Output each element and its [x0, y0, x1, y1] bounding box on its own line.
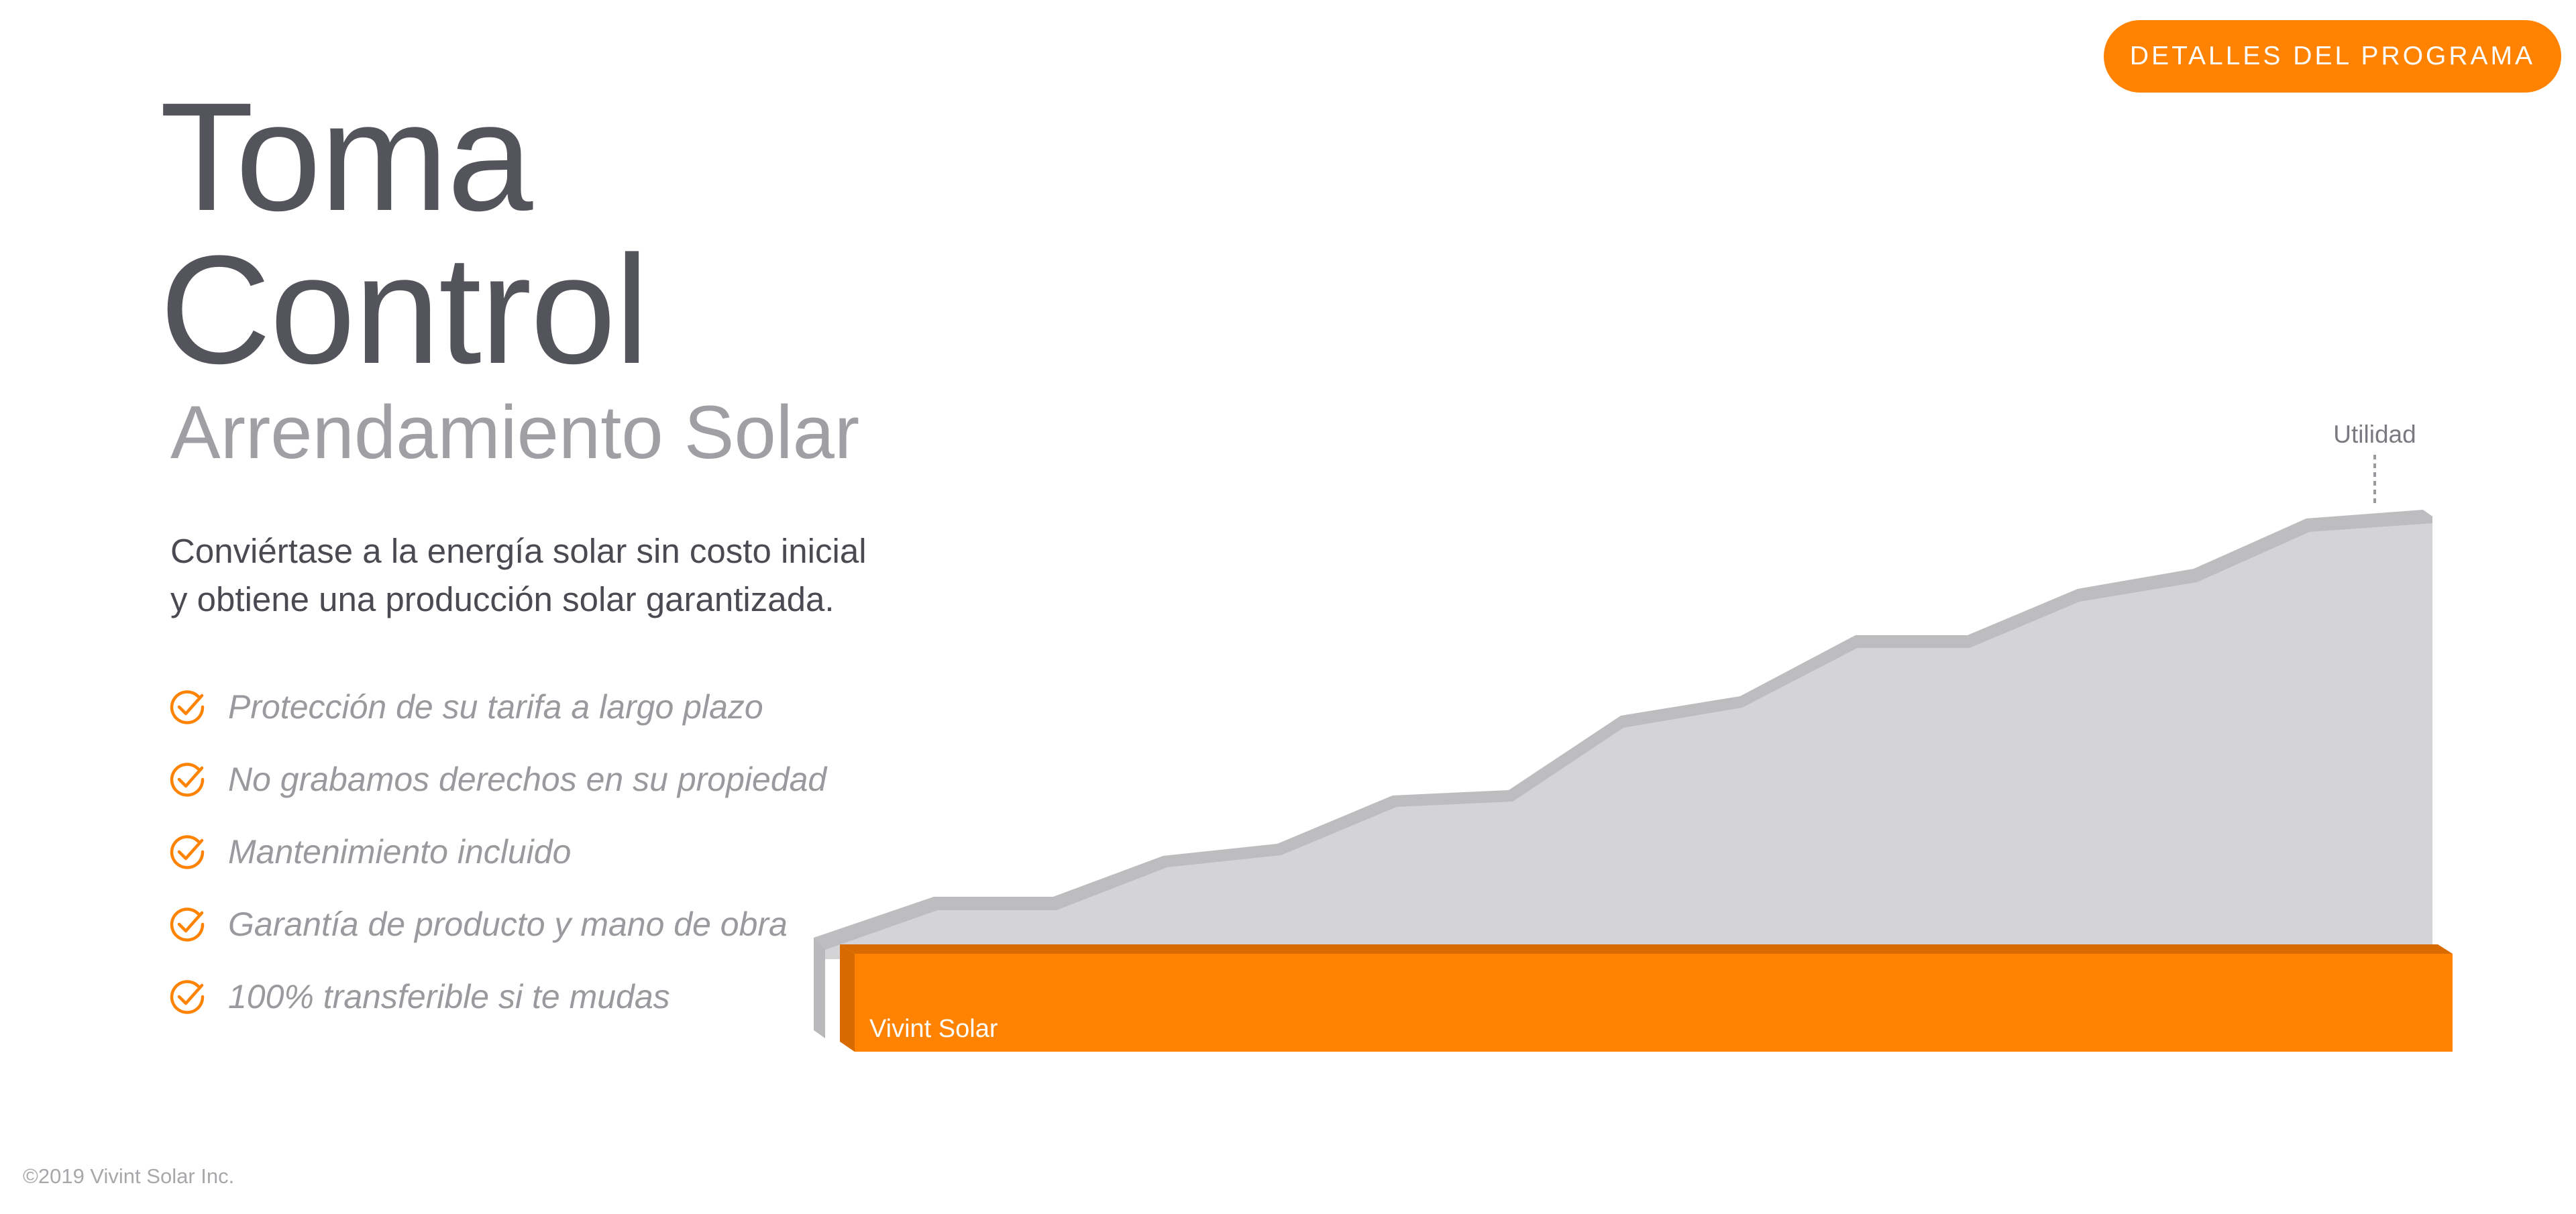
- check-circle-icon: [170, 980, 205, 1014]
- benefit-label: No grabamos derechos en su propiedad: [228, 761, 827, 798]
- vivint-slab-top: [840, 944, 2453, 954]
- hero-title: Toma Control: [160, 70, 649, 396]
- vivint-label: Vivint Solar: [869, 1015, 998, 1043]
- utility-area-side: [814, 938, 825, 1038]
- hero-title-line-2: Control: [160, 223, 649, 396]
- vivint-slab-side: [840, 944, 855, 1052]
- benefit-item: Garantía de producto y mano de obra: [168, 888, 826, 960]
- benefit-item: Mantenimiento incluido: [168, 816, 826, 888]
- benefit-label: Protección de su tarifa a largo plazo: [228, 688, 763, 726]
- copyright: ©2019 Vivint Solar Inc.: [23, 1164, 235, 1188]
- check-circle-icon: [170, 835, 205, 869]
- hero-title-line-1: Toma: [160, 70, 533, 243]
- benefits-list: Protección de su tarifa a largo plazo No…: [168, 671, 826, 1033]
- benefit-label: Garantía de producto y mano de obra: [228, 905, 788, 943]
- check-circle-icon: [170, 763, 205, 797]
- benefit-item: No grabamos derechos en su propiedad: [168, 743, 826, 816]
- program-slide: DETALLES DEL PROGRAMA Toma Control Arren…: [0, 0, 2576, 1214]
- check-circle-icon: [170, 907, 205, 942]
- rate-comparison-chart: Utilidad Vivint Solar: [814, 421, 2453, 1052]
- check-circle-icon: [170, 690, 205, 724]
- vivint-slab: [855, 954, 2453, 1052]
- benefit-item: 100% transferible si te mudas: [168, 960, 826, 1033]
- utility-label: Utilidad: [2333, 421, 2416, 448]
- program-details-button[interactable]: DETALLES DEL PROGRAMA: [2104, 20, 2561, 93]
- benefit-label: 100% transferible si te mudas: [228, 978, 670, 1015]
- benefit-label: Mantenimiento incluido: [228, 833, 572, 871]
- hero-subtitle: Arrendamiento Solar: [170, 390, 860, 474]
- benefit-item: Protección de su tarifa a largo plazo: [168, 671, 826, 743]
